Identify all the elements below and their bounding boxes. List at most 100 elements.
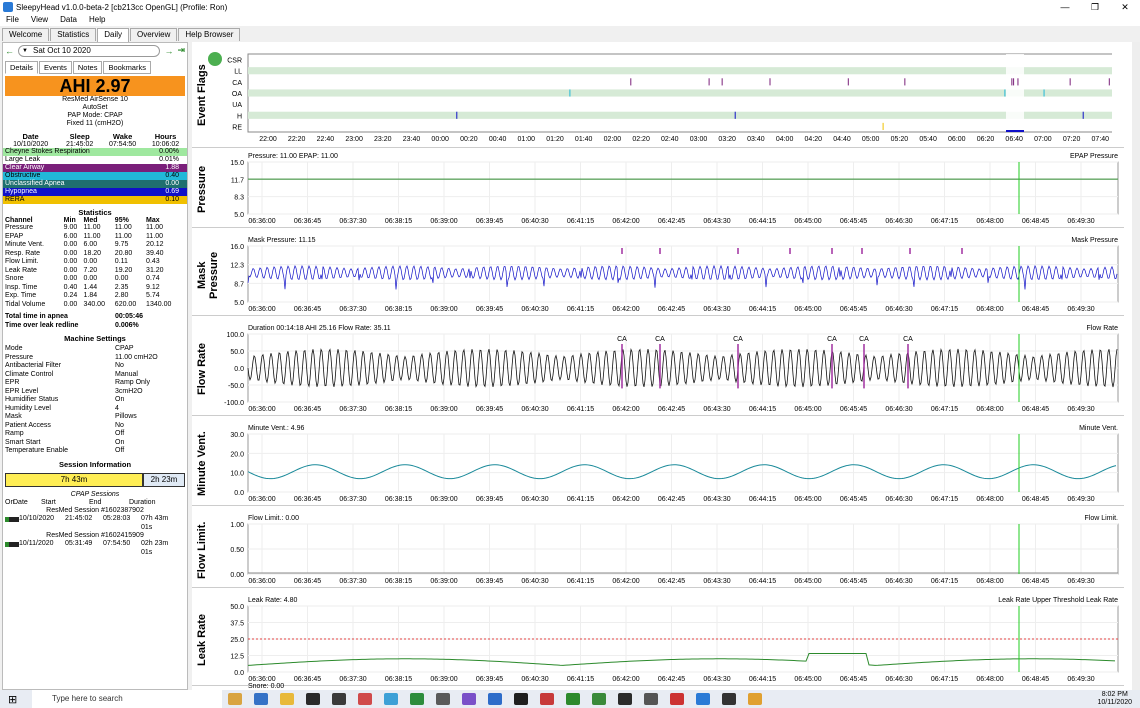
clock[interactable]: 8:02 PM 10/11/2020 [1097, 691, 1132, 707]
taskbar-app-icon[interactable] [670, 693, 684, 705]
ca-label: CA [733, 336, 743, 343]
session-bar-second[interactable]: 2h 23m [143, 472, 185, 487]
graph-x-tick: 06:43:30 [703, 218, 730, 225]
event-row[interactable]: RERA 0.10 [3, 196, 187, 204]
session-bar[interactable]: 7h 43m 2h 23m [5, 472, 185, 487]
date-picker[interactable]: Sat Oct 10 2020 [18, 44, 161, 57]
subtab-notes[interactable]: Notes [72, 61, 103, 74]
flag-tick: 03:40 [747, 136, 765, 143]
menu-view[interactable]: View [25, 14, 54, 26]
prev-day-icon[interactable]: ← [5, 46, 14, 56]
minimize-button[interactable]: — [1050, 2, 1080, 13]
taskbar-app-icon[interactable] [254, 693, 268, 705]
event-row[interactable]: Large Leak 0.01% [3, 156, 187, 164]
menu-data[interactable]: Data [54, 14, 83, 26]
graph-info: Flow Limit.: 0.00 [248, 515, 299, 522]
taskbar-app-icon[interactable] [410, 693, 424, 705]
close-button[interactable]: ✕ [1110, 2, 1140, 13]
taskbar-app-icon[interactable] [462, 693, 476, 705]
tab-help-browser[interactable]: Help Browser [178, 28, 241, 41]
taskbar-app-icon[interactable] [514, 693, 528, 705]
taskbar-app-icon[interactable] [358, 693, 372, 705]
flag-tick: 23:20 [374, 136, 392, 143]
graph-y-tick: 10.0 [230, 471, 244, 478]
graph-x-tick: 06:39:45 [476, 218, 503, 225]
taskbar-app-icon[interactable] [540, 693, 554, 705]
session-toggle-icon[interactable] [5, 517, 19, 522]
menu-bar: File View Data Help [0, 14, 1140, 26]
graph-x-tick: 06:39:00 [430, 496, 457, 503]
flag-tick: 04:20 [805, 136, 823, 143]
windows-start-icon[interactable]: ⊞ [8, 693, 24, 706]
stats-header: Min [63, 217, 76, 224]
flag-row-label: H [237, 113, 242, 120]
scrollbar[interactable] [1132, 42, 1140, 690]
pin-icon[interactable] [208, 52, 222, 66]
flag-tick: 02:20 [632, 136, 650, 143]
flag-tick: 03:20 [718, 136, 736, 143]
taskbar-app-icon[interactable] [592, 693, 606, 705]
flag-tick: 23:00 [345, 136, 363, 143]
tab-overview[interactable]: Overview [130, 28, 178, 41]
event-row[interactable]: Unclassified Apnea 0.00 [3, 180, 187, 188]
event-row[interactable]: Hypopnea 0.69 [3, 188, 187, 196]
taskbar-app-icon[interactable] [722, 693, 736, 705]
taskbar-app-icon[interactable] [228, 693, 242, 705]
graph-x-tick: 06:43:30 [703, 676, 730, 683]
flag-tick: 05:20 [891, 136, 909, 143]
event-value: 0.40 [165, 172, 179, 179]
graph-info: Duration 00:14:18 AHI 25.16 Flow Rate: 3… [248, 325, 391, 332]
last-day-icon[interactable]: ⇥ [177, 45, 185, 56]
event-row[interactable]: Obstructive 0.40 [3, 172, 187, 180]
taskbar-app-icon[interactable] [306, 693, 320, 705]
event-row[interactable]: Clear Airway 1.88 [3, 164, 187, 172]
graph-x-tick: 06:38:15 [385, 676, 412, 683]
taskbar-app-icon[interactable] [566, 693, 580, 705]
pap-fixed: Fixed 11 (cmH2O) [66, 120, 124, 127]
graph-x-tick: 06:38:15 [385, 218, 412, 225]
event-list: Cheyne Stokes Respiration 0.00% Large Leak… [3, 148, 187, 204]
subtab-bookmarks[interactable]: Bookmarks [103, 61, 151, 74]
session-row[interactable]: 10/11/2020 05:31:49 07:54:50 02h 23m 01s [3, 540, 187, 557]
taskbar-app-icon[interactable] [436, 693, 450, 705]
subtab-events[interactable]: Events [38, 61, 72, 74]
taskbar-app-icon[interactable] [332, 693, 346, 705]
setting-row: Smart Start On [5, 438, 125, 446]
stats-row: EPAP 6.00 11.00 11.00 11.00 [5, 232, 164, 240]
stats-row: Pressure 9.00 11.00 11.00 11.00 [5, 224, 164, 231]
session-bar-main[interactable]: 7h 43m [5, 472, 143, 487]
menu-file[interactable]: File [0, 14, 25, 26]
taskbar-app-icon[interactable] [748, 693, 762, 705]
settings-list: Mode CPAP Pressure 11.00 cmH2O Antibacterial… [3, 345, 187, 456]
taskbar-app-icon[interactable] [618, 693, 632, 705]
setting-row: Temperature Enable Off [5, 447, 125, 454]
menu-help[interactable]: Help [83, 14, 111, 26]
graph-y-tick: 8.7 [234, 281, 244, 288]
graph-x-tick: 06:42:00 [612, 306, 639, 313]
next-day-icon[interactable]: → [164, 46, 173, 56]
taskbar-search[interactable]: Type here to search [32, 690, 222, 708]
flag-tick: 00:00 [431, 136, 449, 143]
session-toggle-icon[interactable] [5, 542, 19, 547]
taskbar-app-icon[interactable] [696, 693, 710, 705]
tab-daily[interactable]: Daily [97, 28, 129, 42]
maximize-button[interactable]: ❐ [1080, 2, 1110, 13]
graph-svg: Flow Limit.: 0.00 Flow Limit. 1.00 0.50 0.00… [230, 515, 1119, 585]
stats-header: Med [83, 217, 98, 224]
taskbar-app-icon[interactable] [384, 693, 398, 705]
graph-x-tick: 06:42:00 [612, 496, 639, 503]
taskbar-app-icon[interactable] [644, 693, 658, 705]
graph-x-tick: 06:39:45 [476, 406, 503, 413]
taskbar-app-icon[interactable] [280, 693, 294, 705]
taskbar-app-icon[interactable] [488, 693, 502, 705]
flag-tick: 22:20 [288, 136, 306, 143]
graph-y-tick: 0.0 [234, 490, 244, 497]
subtab-details[interactable]: Details [5, 61, 38, 74]
graph-x-tick: 06:46:30 [885, 496, 912, 503]
event-row[interactable]: Cheyne Stokes Respiration 0.00% [3, 148, 187, 156]
flag-tick: 04:00 [776, 136, 794, 143]
graph-y-tick: 12.5 [230, 654, 244, 661]
session-row[interactable]: 10/10/2020 21:45:02 05:28:03 07h 43m 01s [3, 515, 187, 532]
tab-welcome[interactable]: Welcome [2, 28, 50, 41]
tab-statistics[interactable]: Statistics [50, 28, 97, 41]
